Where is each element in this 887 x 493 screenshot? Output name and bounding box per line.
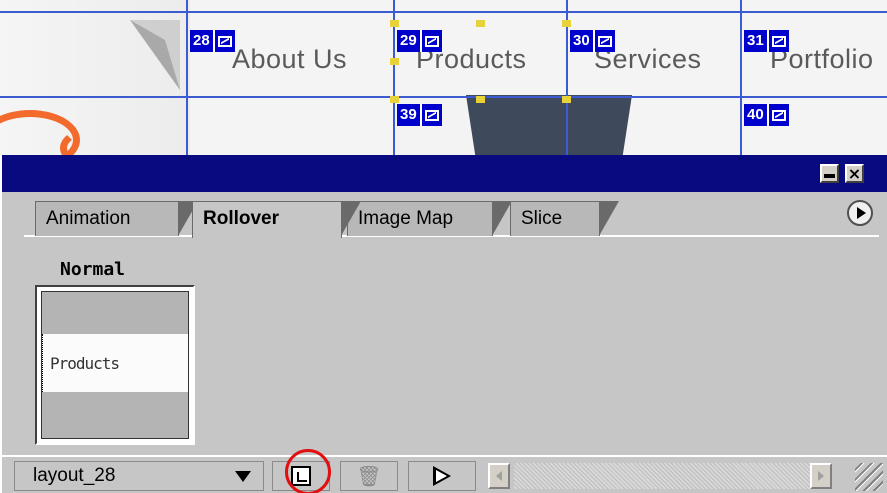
selection-handle[interactable] — [476, 96, 485, 103]
tab-rollover[interactable]: Rollover — [192, 201, 361, 238]
slice-badge[interactable]: 30 — [570, 30, 615, 52]
tab-label: Rollover — [203, 208, 280, 229]
page-curl-graphic — [130, 20, 180, 90]
slice-number: 39 — [397, 104, 420, 126]
slice-badge[interactable]: 31 — [744, 30, 789, 52]
image-slice-icon — [212, 30, 235, 52]
image-slice-icon — [419, 104, 442, 126]
normal-state-thumbnail[interactable]: Products — [35, 285, 195, 445]
slice-badge[interactable]: 29 — [397, 30, 442, 52]
scroll-right-button[interactable] — [810, 463, 832, 489]
slice-badge[interactable]: 40 — [744, 104, 789, 126]
dropdown-arrow-icon — [235, 470, 251, 482]
image-slice-icon — [766, 30, 789, 52]
slice-number: 28 — [190, 30, 213, 52]
preview-rollover-button[interactable] — [408, 461, 476, 491]
selection-handle[interactable] — [390, 96, 399, 103]
slice-guide-vertical — [740, 0, 742, 160]
scroll-right-arrow-icon — [818, 471, 824, 481]
thumbnail-text: Products — [50, 353, 120, 373]
minimize-button[interactable] — [820, 164, 839, 183]
close-button[interactable]: × — [845, 164, 864, 183]
trash-icon: 🗑 — [356, 464, 382, 488]
scroll-left-button[interactable] — [488, 463, 510, 489]
selection-handle[interactable] — [390, 20, 399, 27]
image-slice-icon — [419, 30, 442, 52]
slice-number: 31 — [744, 30, 767, 52]
image-slice-icon — [766, 104, 789, 126]
selection-handle[interactable] — [562, 20, 571, 27]
image-slice-icon — [592, 30, 615, 52]
close-icon: × — [847, 163, 862, 183]
slice-badge[interactable]: 28 — [190, 30, 235, 52]
create-new-state-button[interactable] — [272, 461, 330, 491]
palette-tabs: Animation Rollover Image Map Slice — [2, 192, 887, 238]
nav-about-us[interactable]: About Us — [232, 44, 347, 75]
dark-nav-shadow — [466, 95, 632, 160]
selection-handle[interactable] — [390, 58, 399, 65]
scroll-left-arrow-icon — [496, 471, 502, 481]
tab-label: Slice — [521, 208, 563, 229]
thumbnail-strip: Products — [42, 334, 188, 392]
palette-titlebar[interactable]: × — [2, 155, 887, 192]
slice-number: 40 — [744, 104, 767, 126]
new-state-icon — [291, 466, 311, 486]
tab-slice[interactable]: Slice — [510, 201, 619, 236]
palette-bottom-bar: layout_28 🗑 — [2, 449, 887, 493]
slice-number: 30 — [570, 30, 593, 52]
rollover-state-label: Normal — [60, 259, 126, 280]
selection-handle[interactable] — [562, 96, 571, 103]
rollover-palette: × Animation Rollover Image Map Slice Nor… — [0, 155, 887, 493]
slice-guide-horizontal — [0, 96, 887, 98]
resize-grip[interactable] — [855, 463, 883, 491]
palette-menu-button[interactable] — [847, 200, 873, 226]
document-canvas[interactable]: About Us Products Services Portfolio 28 … — [0, 0, 887, 160]
tab-image-map[interactable]: Image Map — [347, 201, 512, 236]
delete-state-button[interactable]: 🗑 — [340, 461, 398, 491]
tab-label: Image Map — [358, 208, 454, 229]
play-icon — [433, 466, 451, 486]
slice-select-value: layout_28 — [33, 465, 116, 486]
tab-label: Animation — [46, 208, 131, 229]
slice-number: 29 — [397, 30, 420, 52]
thumbnail-image: Products — [41, 291, 189, 439]
selection-handle[interactable] — [476, 20, 485, 27]
slice-guide-vertical — [186, 0, 188, 160]
play-arrow-icon — [857, 207, 866, 219]
horizontal-scrollbar-track[interactable] — [514, 463, 810, 489]
minimize-icon — [824, 173, 835, 178]
slice-select[interactable]: layout_28 — [14, 461, 264, 491]
slice-guide-horizontal — [0, 11, 887, 13]
tab-animation[interactable]: Animation — [35, 201, 198, 236]
slice-badge[interactable]: 39 — [397, 104, 442, 126]
